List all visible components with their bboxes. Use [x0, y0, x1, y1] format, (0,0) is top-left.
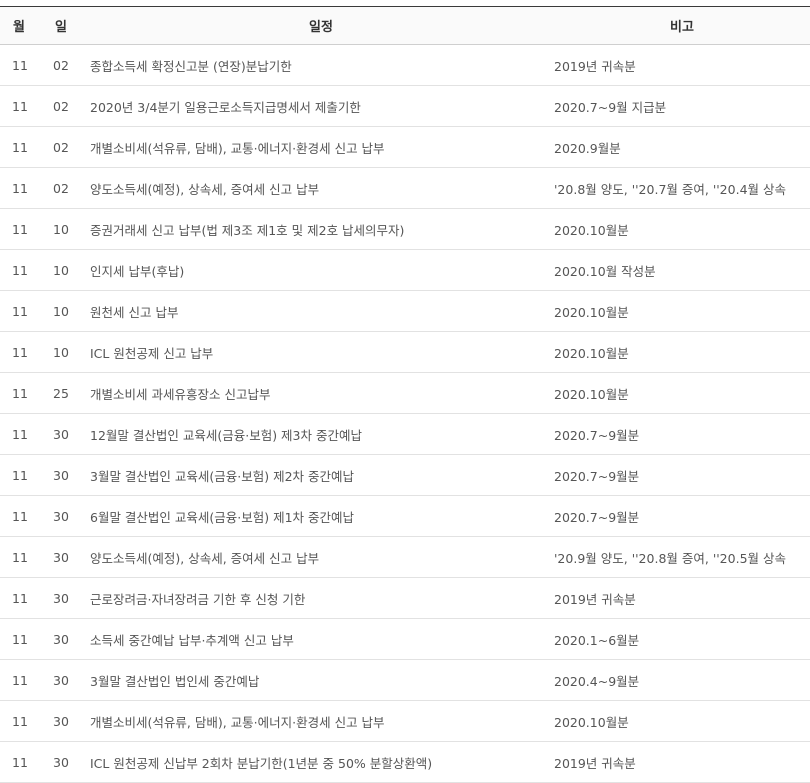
- table-body: 11 02 종합소득세 확정신고분 (연장)분납기한 2019년 귀속분 11 02 202…: [0, 45, 810, 783]
- cell-note: 2019년 귀속분: [554, 591, 636, 607]
- cell-schedule: 6월말 결산법인 교육세(금융·보험) 제1차 중간예납: [90, 509, 355, 525]
- table-header-row: 월 일 일정 비고: [0, 6, 810, 45]
- cell-schedule: 3월말 결산법인 법인세 중간예납: [90, 673, 260, 689]
- header-month: 월: [13, 20, 25, 35]
- cell-month: 11: [12, 467, 28, 483]
- cell-month: 11: [12, 221, 28, 237]
- table-row: 11 30 ICL 원천공제 신납부 2회차 분납기한(1년분 중 50% 분할상환…: [0, 742, 810, 783]
- cell-month: 11: [12, 344, 28, 360]
- table-row: 11 10 증권거래세 신고 납부(법 제3조 제1호 및 제2호 납세의무자) 20…: [0, 209, 810, 250]
- cell-day: 30: [53, 590, 69, 606]
- cell-note: 2020.10월분: [554, 222, 629, 238]
- table-row: 11 10 ICL 원천공제 신고 납부 2020.10월분: [0, 332, 810, 373]
- cell-month: 11: [12, 139, 28, 155]
- cell-schedule: ICL 원천공제 신고 납부: [90, 345, 214, 361]
- cell-schedule: 소득세 중간예납 납부·추계액 신고 납부: [90, 632, 294, 648]
- cell-schedule: 개별소비세(석유류, 담배), 교통·에너지·환경세 신고 납부: [90, 714, 385, 730]
- header-note: 비고: [670, 20, 694, 35]
- cell-month: 11: [12, 426, 28, 442]
- cell-schedule: 근로장려금·자녀장려금 기한 후 신청 기한: [90, 591, 306, 607]
- cell-month: 11: [12, 672, 28, 688]
- table-row: 11 30 소득세 중간예납 납부·추계액 신고 납부 2020.1~6월분: [0, 619, 810, 660]
- cell-day: 02: [53, 180, 69, 196]
- cell-month: 11: [12, 98, 28, 114]
- cell-schedule: 12월말 결산법인 교육세(금융·보험) 제3차 중간예납: [90, 427, 362, 443]
- cell-day: 30: [53, 631, 69, 647]
- cell-note: 2020.10월 작성분: [554, 263, 656, 279]
- cell-day: 30: [53, 672, 69, 688]
- cell-month: 11: [12, 590, 28, 606]
- cell-note: 2020.10월분: [554, 304, 629, 320]
- table-row: 11 30 6월말 결산법인 교육세(금융·보험) 제1차 중간예납 2020.7~9…: [0, 496, 810, 537]
- cell-note: 2020.1~6월분: [554, 632, 640, 648]
- cell-note: 2020.10월분: [554, 714, 629, 730]
- cell-month: 11: [12, 180, 28, 196]
- cell-day: 30: [53, 754, 69, 770]
- table-row: 11 02 개별소비세(석유류, 담배), 교통·에너지·환경세 신고 납부 2020…: [0, 127, 810, 168]
- cell-schedule: 인지세 납부(후납): [90, 263, 185, 279]
- table-row: 11 10 인지세 납부(후납) 2020.10월 작성분: [0, 250, 810, 291]
- cell-month: 11: [12, 262, 28, 278]
- cell-month: 11: [12, 303, 28, 319]
- cell-note: 2019년 귀속분: [554, 755, 636, 771]
- cell-month: 11: [12, 754, 28, 770]
- cell-note: 2020.10월분: [554, 345, 629, 361]
- cell-day: 30: [53, 549, 69, 565]
- cell-schedule: 원천세 신고 납부: [90, 304, 179, 320]
- cell-month: 11: [12, 549, 28, 565]
- header-schedule: 일정: [309, 20, 333, 35]
- cell-schedule: 양도소득세(예정), 상속세, 증여세 신고 납부: [90, 181, 320, 197]
- cell-day: 30: [53, 426, 69, 442]
- cell-schedule: 2020년 3/4분기 일용근로소득지급명세서 제출기한: [90, 99, 361, 115]
- cell-day: 10: [53, 221, 69, 237]
- cell-note: '20.9월 양도, ''20.8월 증여, ''20.5월 상속: [554, 550, 786, 566]
- cell-note: 2020.7~9월 지급분: [554, 99, 667, 115]
- cell-schedule: 개별소비세 과세유흥장소 신고납부: [90, 386, 271, 402]
- cell-note: 2020.7~9월분: [554, 509, 640, 525]
- table-row: 11 02 종합소득세 확정신고분 (연장)분납기한 2019년 귀속분: [0, 45, 810, 86]
- cell-note: '20.8월 양도, ''20.7월 증여, ''20.4월 상속: [554, 181, 786, 197]
- cell-schedule: 종합소득세 확정신고분 (연장)분납기한: [90, 58, 292, 74]
- cell-note: 2020.9월분: [554, 140, 621, 156]
- table-row: 11 30 12월말 결산법인 교육세(금융·보험) 제3차 중간예납 2020.7~…: [0, 414, 810, 455]
- cell-schedule: 증권거래세 신고 납부(법 제3조 제1호 및 제2호 납세의무자): [90, 222, 405, 238]
- table-row: 11 02 2020년 3/4분기 일용근로소득지급명세서 제출기한 2020.7~9…: [0, 86, 810, 127]
- cell-month: 11: [12, 713, 28, 729]
- cell-note: 2020.7~9월분: [554, 427, 640, 443]
- cell-month: 11: [12, 57, 28, 73]
- cell-note: 2020.10월분: [554, 386, 629, 402]
- cell-day: 30: [53, 467, 69, 483]
- cell-month: 11: [12, 508, 28, 524]
- cell-schedule: ICL 원천공제 신납부 2회차 분납기한(1년분 중 50% 분할상환액): [90, 755, 433, 771]
- table-row: 11 30 근로장려금·자녀장려금 기한 후 신청 기한 2019년 귀속분: [0, 578, 810, 619]
- cell-day: 30: [53, 508, 69, 524]
- table-row: 11 30 양도소득세(예정), 상속세, 증여세 신고 납부 '20.9월 양도, …: [0, 537, 810, 578]
- cell-day: 02: [53, 98, 69, 114]
- cell-day: 30: [53, 713, 69, 729]
- table-row: 11 10 원천세 신고 납부 2020.10월분: [0, 291, 810, 332]
- cell-note: 2020.7~9월분: [554, 468, 640, 484]
- cell-schedule: 개별소비세(석유류, 담배), 교통·에너지·환경세 신고 납부: [90, 140, 385, 156]
- table-row: 11 30 3월말 결산법인 교육세(금융·보험) 제2차 중간예납 2020.7~9…: [0, 455, 810, 496]
- cell-day: 02: [53, 57, 69, 73]
- table-row: 11 25 개별소비세 과세유흥장소 신고납부 2020.10월분: [0, 373, 810, 414]
- cell-day: 25: [53, 385, 69, 401]
- cell-day: 10: [53, 303, 69, 319]
- cell-day: 10: [53, 344, 69, 360]
- cell-month: 11: [12, 631, 28, 647]
- cell-note: 2020.4~9월분: [554, 673, 640, 689]
- cell-note: 2019년 귀속분: [554, 58, 636, 74]
- cell-day: 10: [53, 262, 69, 278]
- cell-day: 02: [53, 139, 69, 155]
- tax-schedule-table: 월 일 일정 비고 11 02 종합소득세 확정신고분 (연장)분납기한 2019년 …: [0, 6, 810, 783]
- cell-schedule: 3월말 결산법인 교육세(금융·보험) 제2차 중간예납: [90, 468, 355, 484]
- table-row: 11 30 3월말 결산법인 법인세 중간예납 2020.4~9월분: [0, 660, 810, 701]
- table-row: 11 30 개별소비세(석유류, 담배), 교통·에너지·환경세 신고 납부 2020…: [0, 701, 810, 742]
- cell-month: 11: [12, 385, 28, 401]
- cell-schedule: 양도소득세(예정), 상속세, 증여세 신고 납부: [90, 550, 320, 566]
- table-row: 11 02 양도소득세(예정), 상속세, 증여세 신고 납부 '20.8월 양도, …: [0, 168, 810, 209]
- header-day: 일: [55, 20, 67, 35]
